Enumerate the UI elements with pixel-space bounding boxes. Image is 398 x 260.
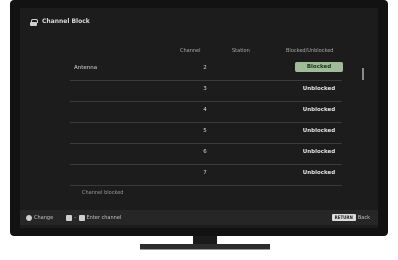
table-row[interactable]: 6 Unblocked	[70, 143, 342, 165]
channel-number: 5	[203, 128, 207, 134]
change-hint: Change	[26, 215, 53, 221]
enter-button-icon	[26, 215, 32, 221]
status-badge[interactable]: Unblocked	[295, 107, 343, 113]
back-hint[interactable]: RETURN Back	[331, 214, 370, 221]
enter-channel-hint: – Enter channel	[66, 215, 121, 221]
column-header-station: Station	[232, 48, 250, 54]
number-key-icon	[66, 215, 72, 221]
channel-number: 2	[203, 65, 207, 71]
scrollbar[interactable]	[362, 68, 364, 80]
table-row[interactable]: Antenna 2 Blocked	[70, 59, 343, 81]
status-badge[interactable]: Blocked	[295, 62, 343, 72]
table-row[interactable]: 7 Unblocked	[70, 164, 342, 186]
tv-stand-neck	[193, 236, 217, 244]
page-title: Channel Block	[42, 18, 90, 25]
table-row[interactable]: 5 Unblocked	[70, 122, 342, 144]
status-badge[interactable]: Unblocked	[295, 128, 343, 134]
status-badge[interactable]: Unblocked	[295, 149, 343, 155]
antenna-label: Antenna	[74, 65, 98, 71]
tv-stand-shadow	[140, 249, 270, 250]
back-label: Back	[357, 214, 370, 221]
dash-label: –	[74, 215, 77, 221]
column-header-status: Blocked/Unblocked	[286, 48, 334, 54]
channel-number: 4	[203, 107, 207, 113]
status-badge[interactable]: Unblocked	[295, 170, 343, 176]
footer-note: Channel blocked	[82, 190, 124, 196]
table-row[interactable]: 3 Unblocked	[70, 80, 342, 102]
lock-icon	[30, 18, 38, 26]
channel-number: 6	[203, 149, 207, 155]
enter-channel-label: Enter channel	[86, 215, 122, 221]
channel-number: 7	[203, 170, 207, 176]
status-badge[interactable]: Unblocked	[295, 86, 343, 92]
header: Channel Block	[30, 18, 90, 26]
tv-screen: Channel Block Channel Station Blocked/Un…	[20, 8, 378, 228]
bottom-hint-bar: Change – Enter channel RETURN Back	[20, 210, 378, 225]
number-key-icon	[78, 215, 85, 221]
channel-number: 3	[203, 86, 207, 92]
column-header-channel: Channel	[180, 48, 201, 54]
change-label: Change	[34, 215, 54, 221]
table-row[interactable]: 4 Unblocked	[70, 101, 342, 123]
return-key-icon: RETURN	[331, 214, 356, 221]
